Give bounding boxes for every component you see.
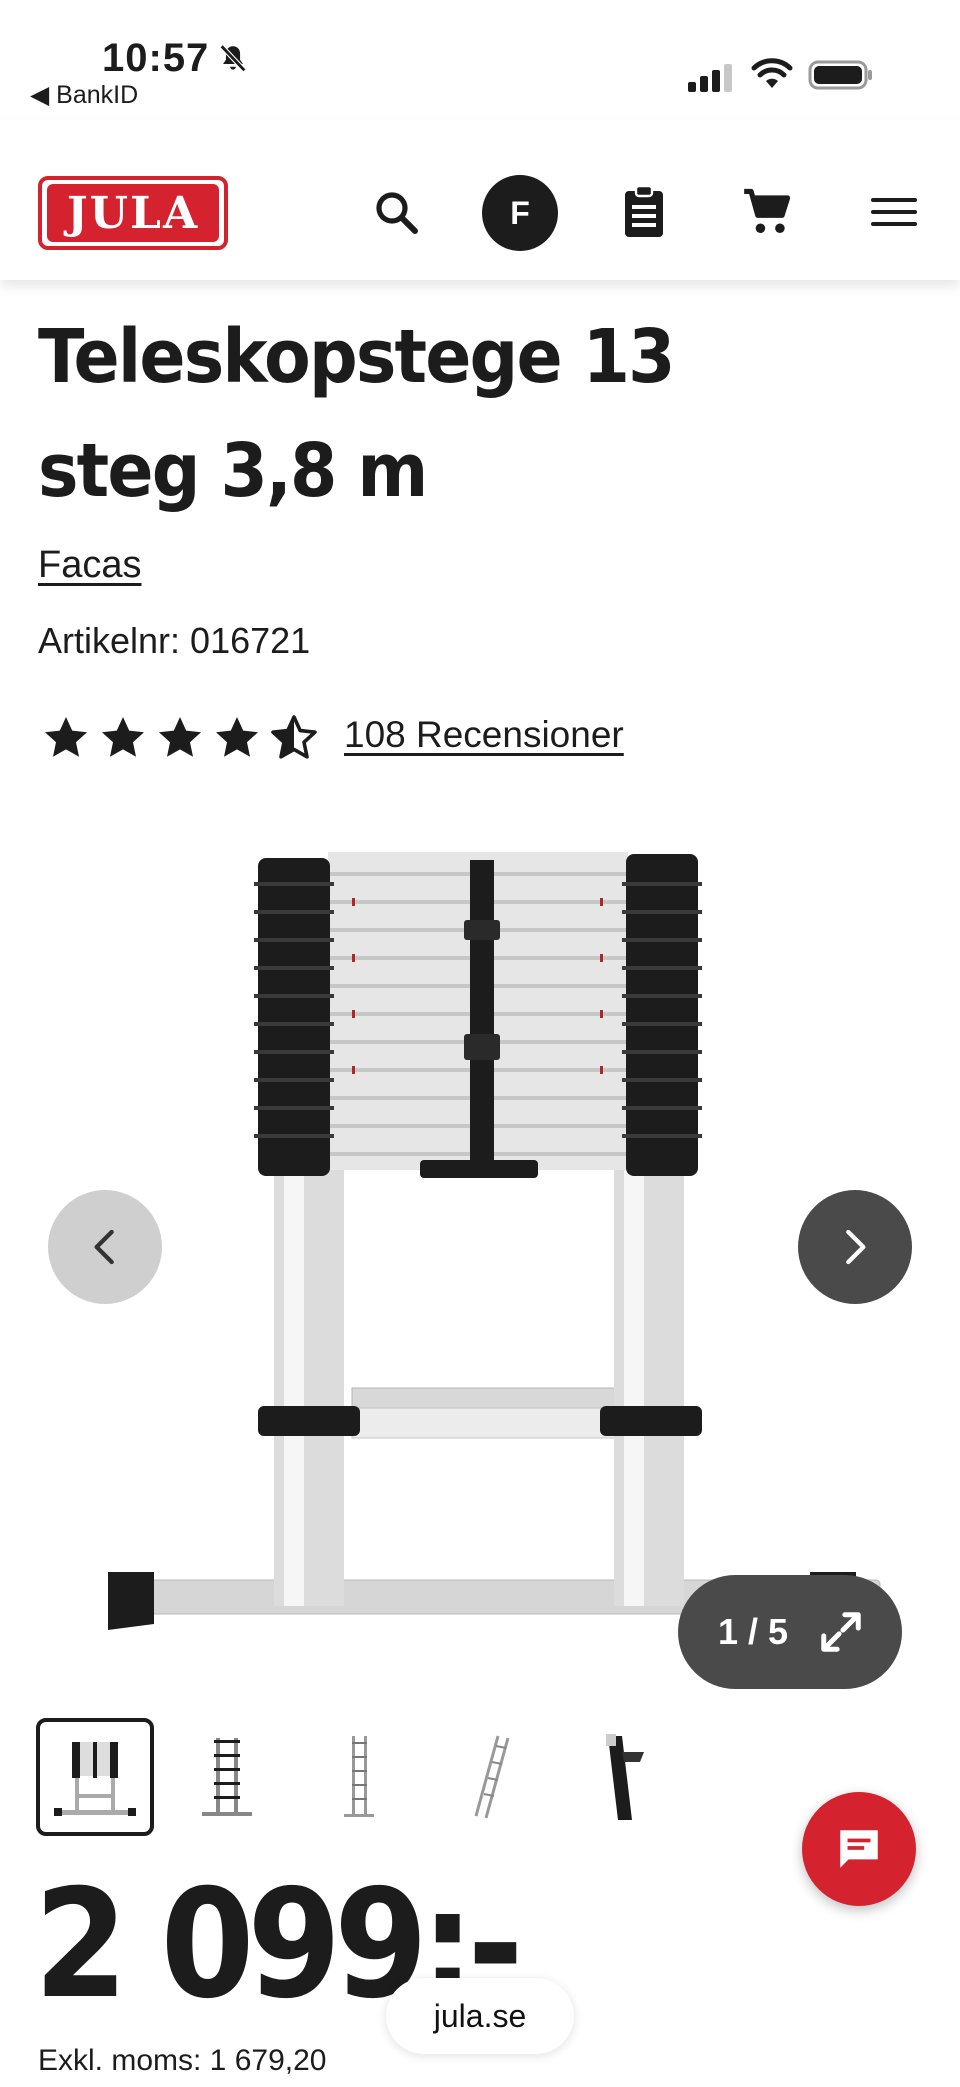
chevron-left-icon xyxy=(94,1229,114,1265)
reviews-link[interactable]: 108 Recensioner xyxy=(344,714,624,756)
wifi-icon xyxy=(751,58,793,88)
browser-url-pill[interactable]: jula.se xyxy=(386,1978,574,2054)
product-image-telescopic-ladder xyxy=(108,852,881,1630)
thumbnail-ladder-leaning xyxy=(474,1735,510,1819)
price-excl-vat: Exkl. moms: 1 679,20 xyxy=(38,2044,327,2077)
image-counter: 1 / 5 xyxy=(718,1611,789,1652)
chat-button[interactable] xyxy=(802,1792,916,1906)
next-image-button[interactable] xyxy=(798,1190,912,1304)
hamburger-menu-icon xyxy=(871,198,917,226)
status-time: 10:57 xyxy=(102,36,210,80)
shopping-list-button[interactable] xyxy=(614,182,674,242)
product-title: Teleskopstege 13 steg 3,8 m xyxy=(38,314,676,514)
cart-icon xyxy=(744,188,791,234)
bell-muted-icon xyxy=(219,44,247,73)
star-full-icon xyxy=(159,717,201,757)
battery-icon xyxy=(808,60,872,90)
star-full-icon xyxy=(45,717,87,757)
star-full-icon xyxy=(216,717,258,757)
search-icon xyxy=(376,192,418,234)
image-counter-fullscreen-button[interactable]: 1 / 5 xyxy=(678,1575,902,1689)
logo-text: JULA xyxy=(47,184,219,242)
thumbnail-2[interactable] xyxy=(168,1718,286,1836)
article-number-label: Artikelnr: xyxy=(38,620,181,661)
article-number: Artikelnr: 016721 xyxy=(38,620,310,662)
thumbnail-ladder-tall xyxy=(344,1736,374,1817)
jula-logo[interactable]: JULA xyxy=(38,176,228,250)
product-image-gallery[interactable]: 1 / 5 xyxy=(0,820,960,1689)
menu-button[interactable] xyxy=(864,182,924,242)
thumbnail-ladder-collapsed xyxy=(54,1742,136,1816)
search-button[interactable] xyxy=(366,182,426,242)
rating-stars[interactable] xyxy=(42,708,327,768)
site-header: JULA F xyxy=(0,120,960,280)
previous-image-button[interactable] xyxy=(48,1190,162,1304)
chat-bubble-icon xyxy=(840,1830,878,1868)
cellular-signal-icon xyxy=(688,64,732,92)
thumbnail-4[interactable] xyxy=(432,1718,550,1836)
thumbnail-3[interactable] xyxy=(300,1718,418,1836)
clipboard-list-icon xyxy=(625,185,663,237)
star-half-icon xyxy=(271,715,317,759)
expand-icon xyxy=(821,1612,861,1652)
back-to-app-link[interactable]: ◀ BankID xyxy=(30,80,138,110)
star-full-icon xyxy=(102,717,144,757)
thumbnail-5[interactable] xyxy=(564,1718,682,1836)
article-number-value: 016721 xyxy=(190,620,311,661)
thumbnail-ladder-extended xyxy=(202,1738,252,1816)
account-avatar-button[interactable]: F xyxy=(482,175,558,251)
chevron-right-icon xyxy=(846,1229,866,1265)
thumbnail-ladder-closeup xyxy=(606,1734,644,1820)
status-bar: 10:57 ◀ BankID xyxy=(0,0,960,120)
cart-button[interactable] xyxy=(738,182,798,242)
brand-link[interactable]: Facas xyxy=(38,544,141,587)
thumbnail-1[interactable] xyxy=(36,1718,154,1836)
avatar-initial: F xyxy=(510,194,530,231)
